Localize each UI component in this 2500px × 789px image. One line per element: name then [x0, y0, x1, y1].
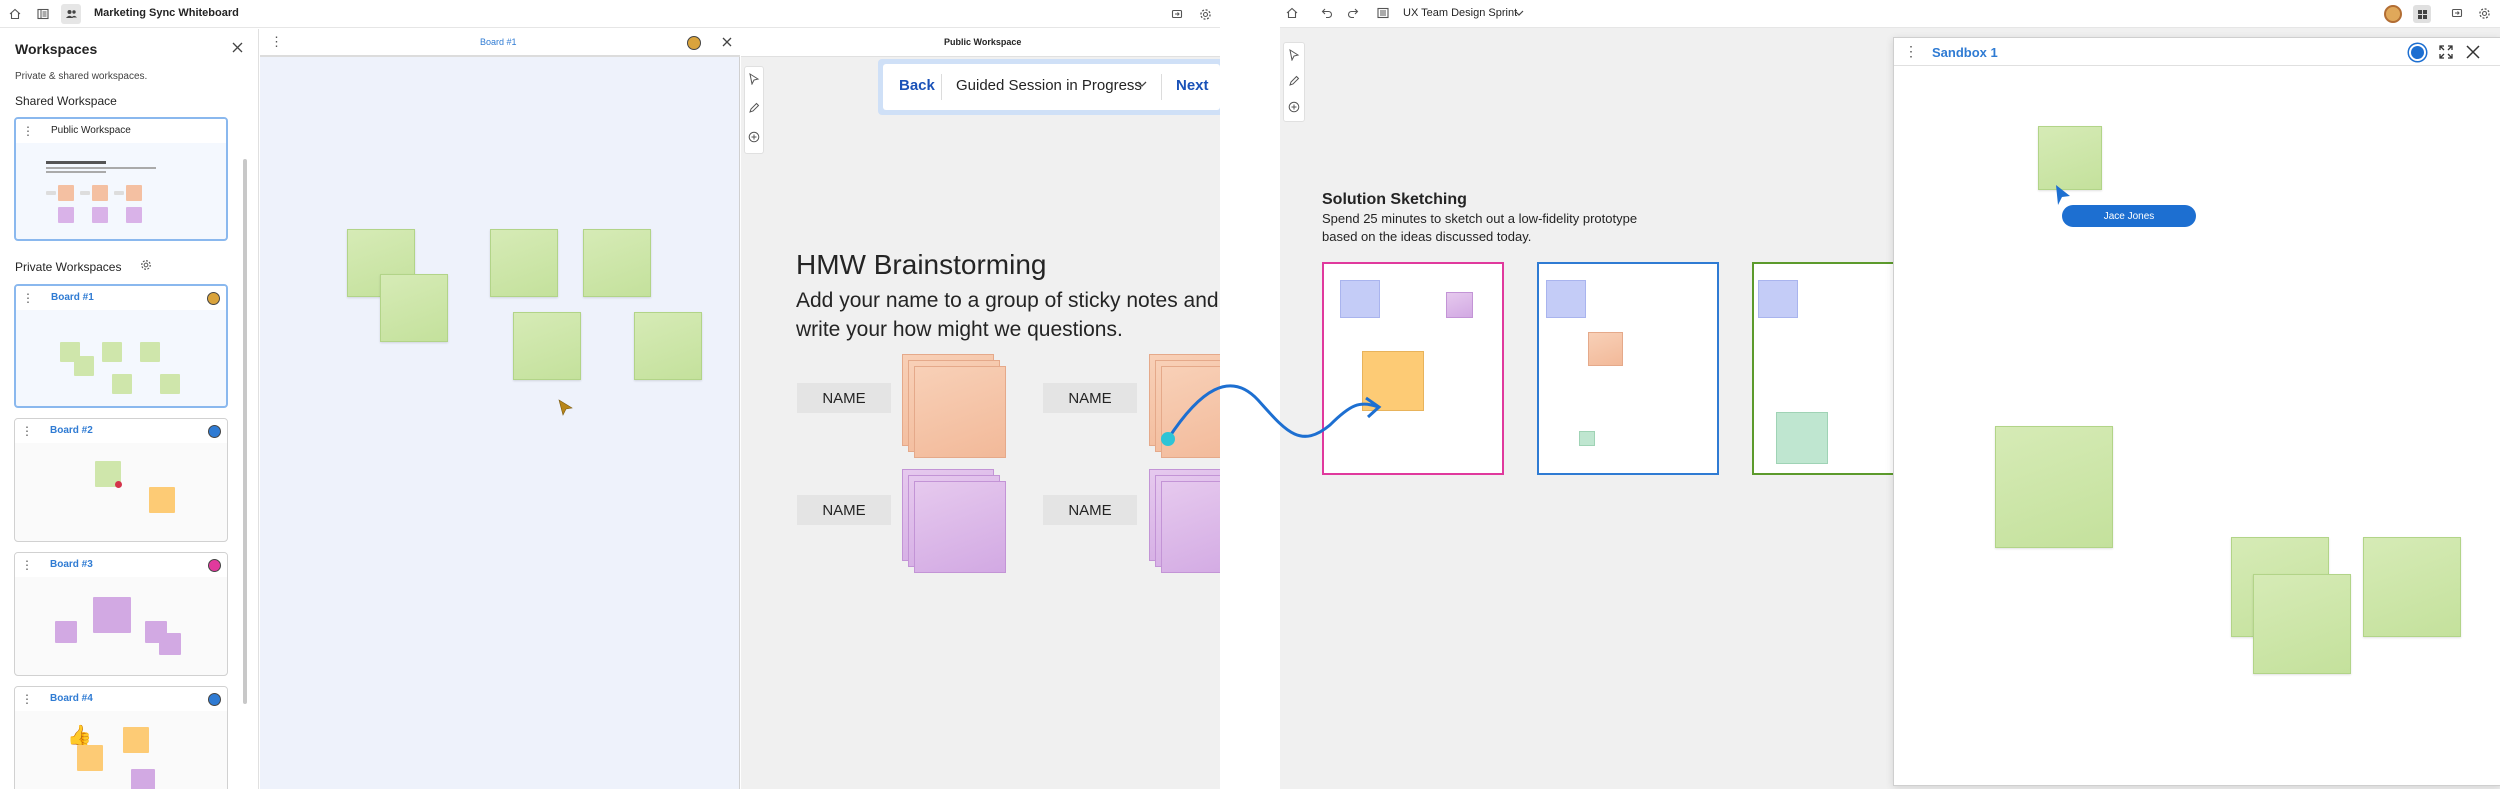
collaborator-cursor-icon: [2056, 185, 2070, 205]
collaborator-name-tag: Jace Jones: [2062, 205, 2196, 227]
connector-arrow[interactable]: [1166, 384, 1379, 440]
connector-handle[interactable]: [1161, 432, 1175, 446]
arrowhead-icon: [1365, 396, 1382, 419]
connector-overlay: [1161, 185, 2070, 446]
